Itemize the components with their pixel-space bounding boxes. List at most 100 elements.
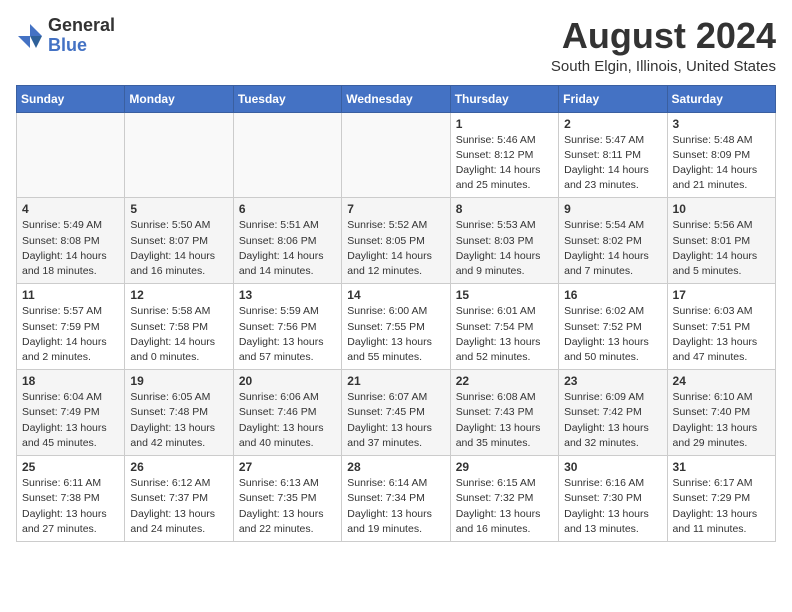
day-info: Sunrise: 6:04 AM Sunset: 7:49 PM Dayligh… <box>22 390 119 451</box>
day-info: Sunrise: 6:00 AM Sunset: 7:55 PM Dayligh… <box>347 304 444 365</box>
calendar-cell: 14 Sunrise: 6:00 AM Sunset: 7:55 PM Dayli… <box>342 284 450 370</box>
day-header-thursday: Thursday <box>450 85 558 112</box>
calendar-cell: 22 Sunrise: 6:08 AM Sunset: 7:43 PM Dayli… <box>450 370 558 456</box>
calendar-week-1: 1 Sunrise: 5:46 AM Sunset: 8:12 PM Daylig… <box>17 112 776 198</box>
day-number: 21 <box>347 374 444 388</box>
day-info: Sunrise: 5:46 AM Sunset: 8:12 PM Dayligh… <box>456 133 553 194</box>
day-info: Sunrise: 6:13 AM Sunset: 7:35 PM Dayligh… <box>239 476 336 537</box>
day-number: 22 <box>456 374 553 388</box>
day-number: 26 <box>130 460 227 474</box>
day-number: 1 <box>456 117 553 131</box>
calendar-cell: 24Sunrise: 6:10 AM Sunset: 7:40 PM Dayli… <box>667 370 775 456</box>
day-info: Sunrise: 6:14 AM Sunset: 7:34 PM Dayligh… <box>347 476 444 537</box>
day-number: 31 <box>673 460 770 474</box>
logo: General Blue <box>16 16 115 56</box>
calendar-cell: 21 Sunrise: 6:07 AM Sunset: 7:45 PM Dayli… <box>342 370 450 456</box>
logo-blue: Blue <box>48 35 87 55</box>
calendar-cell: 2 Sunrise: 5:47 AM Sunset: 8:11 PM Daylig… <box>559 112 667 198</box>
day-number: 13 <box>239 288 336 302</box>
day-info: Sunrise: 5:51 AM Sunset: 8:06 PM Dayligh… <box>239 218 336 279</box>
page-header: General Blue August 2024 South Elgin, Il… <box>16 16 776 75</box>
day-header-saturday: Saturday <box>667 85 775 112</box>
day-info: Sunrise: 6:06 AM Sunset: 7:46 PM Dayligh… <box>239 390 336 451</box>
calendar-cell: 4Sunrise: 5:49 AM Sunset: 8:08 PM Daylig… <box>17 198 125 284</box>
calendar-cell: 20 Sunrise: 6:06 AM Sunset: 7:46 PM Dayli… <box>233 370 341 456</box>
day-info: Sunrise: 5:54 AM Sunset: 8:02 PM Dayligh… <box>564 218 661 279</box>
day-number: 19 <box>130 374 227 388</box>
day-number: 23 <box>564 374 661 388</box>
calendar-week-5: 25 Sunrise: 6:11 AM Sunset: 7:38 PM Dayli… <box>17 456 776 542</box>
calendar-cell: 5 Sunrise: 5:50 AM Sunset: 8:07 PM Daylig… <box>125 198 233 284</box>
day-number: 28 <box>347 460 444 474</box>
day-number: 20 <box>239 374 336 388</box>
calendar-cell: 9Sunrise: 5:54 AM Sunset: 8:02 PM Daylig… <box>559 198 667 284</box>
day-info: Sunrise: 6:03 AM Sunset: 7:51 PM Dayligh… <box>673 304 770 365</box>
calendar-cell: 19 Sunrise: 6:05 AM Sunset: 7:48 PM Dayli… <box>125 370 233 456</box>
month-year-title: August 2024 <box>551 16 776 56</box>
day-number: 6 <box>239 202 336 216</box>
calendar-cell: 17Sunrise: 6:03 AM Sunset: 7:51 PM Dayli… <box>667 284 775 370</box>
day-number: 7 <box>347 202 444 216</box>
day-info: Sunrise: 6:15 AM Sunset: 7:32 PM Dayligh… <box>456 476 553 537</box>
day-number: 27 <box>239 460 336 474</box>
day-info: Sunrise: 6:16 AM Sunset: 7:30 PM Dayligh… <box>564 476 661 537</box>
calendar-cell: 23 Sunrise: 6:09 AM Sunset: 7:42 PM Dayli… <box>559 370 667 456</box>
day-info: Sunrise: 6:11 AM Sunset: 7:38 PM Dayligh… <box>22 476 119 537</box>
calendar-cell: 25 Sunrise: 6:11 AM Sunset: 7:38 PM Dayli… <box>17 456 125 542</box>
calendar-week-4: 18 Sunrise: 6:04 AM Sunset: 7:49 PM Dayli… <box>17 370 776 456</box>
calendar-table: SundayMondayTuesdayWednesdayThursdayFrid… <box>16 85 776 542</box>
day-header-wednesday: Wednesday <box>342 85 450 112</box>
logo-text: General Blue <box>48 16 115 56</box>
calendar-cell: 31 Sunrise: 6:17 AM Sunset: 7:29 PM Dayli… <box>667 456 775 542</box>
day-info: Sunrise: 6:12 AM Sunset: 7:37 PM Dayligh… <box>130 476 227 537</box>
logo-icon <box>16 22 44 50</box>
day-header-sunday: Sunday <box>17 85 125 112</box>
day-number: 5 <box>130 202 227 216</box>
calendar-cell: 10 Sunrise: 5:56 AM Sunset: 8:01 PM Dayli… <box>667 198 775 284</box>
day-info: Sunrise: 6:08 AM Sunset: 7:43 PM Dayligh… <box>456 390 553 451</box>
day-number: 14 <box>347 288 444 302</box>
day-number: 4 <box>22 202 119 216</box>
day-header-tuesday: Tuesday <box>233 85 341 112</box>
calendar-cell: 29Sunrise: 6:15 AM Sunset: 7:32 PM Dayli… <box>450 456 558 542</box>
day-info: Sunrise: 6:17 AM Sunset: 7:29 PM Dayligh… <box>673 476 770 537</box>
calendar-cell: 1 Sunrise: 5:46 AM Sunset: 8:12 PM Daylig… <box>450 112 558 198</box>
day-info: Sunrise: 5:52 AM Sunset: 8:05 PM Dayligh… <box>347 218 444 279</box>
calendar-cell <box>125 112 233 198</box>
logo-general: General <box>48 15 115 35</box>
day-header-friday: Friday <box>559 85 667 112</box>
calendar-cell: 11 Sunrise: 5:57 AM Sunset: 7:59 PM Dayli… <box>17 284 125 370</box>
calendar-cell: 8Sunrise: 5:53 AM Sunset: 8:03 PM Daylig… <box>450 198 558 284</box>
day-info: Sunrise: 5:56 AM Sunset: 8:01 PM Dayligh… <box>673 218 770 279</box>
location-subtitle: South Elgin, Illinois, United States <box>551 58 776 75</box>
day-number: 10 <box>673 202 770 216</box>
day-number: 30 <box>564 460 661 474</box>
calendar-cell: 13Sunrise: 5:59 AM Sunset: 7:56 PM Dayli… <box>233 284 341 370</box>
day-number: 18 <box>22 374 119 388</box>
calendar-cell: 15 Sunrise: 6:01 AM Sunset: 7:54 PM Dayli… <box>450 284 558 370</box>
calendar-cell: 18 Sunrise: 6:04 AM Sunset: 7:49 PM Dayli… <box>17 370 125 456</box>
calendar-body: 1 Sunrise: 5:46 AM Sunset: 8:12 PM Daylig… <box>17 112 776 541</box>
calendar-header: SundayMondayTuesdayWednesdayThursdayFrid… <box>17 85 776 112</box>
day-number: 25 <box>22 460 119 474</box>
day-info: Sunrise: 6:09 AM Sunset: 7:42 PM Dayligh… <box>564 390 661 451</box>
day-number: 2 <box>564 117 661 131</box>
day-info: Sunrise: 5:47 AM Sunset: 8:11 PM Dayligh… <box>564 133 661 194</box>
day-number: 15 <box>456 288 553 302</box>
day-info: Sunrise: 5:57 AM Sunset: 7:59 PM Dayligh… <box>22 304 119 365</box>
day-number: 3 <box>673 117 770 131</box>
day-info: Sunrise: 6:10 AM Sunset: 7:40 PM Dayligh… <box>673 390 770 451</box>
calendar-cell: 30 Sunrise: 6:16 AM Sunset: 7:30 PM Dayli… <box>559 456 667 542</box>
day-info: Sunrise: 5:50 AM Sunset: 8:07 PM Dayligh… <box>130 218 227 279</box>
day-info: Sunrise: 6:01 AM Sunset: 7:54 PM Dayligh… <box>456 304 553 365</box>
day-number: 11 <box>22 288 119 302</box>
calendar-cell: 12Sunrise: 5:58 AM Sunset: 7:58 PM Dayli… <box>125 284 233 370</box>
calendar-cell: 3 Sunrise: 5:48 AM Sunset: 8:09 PM Daylig… <box>667 112 775 198</box>
day-info: Sunrise: 6:05 AM Sunset: 7:48 PM Dayligh… <box>130 390 227 451</box>
day-info: Sunrise: 5:48 AM Sunset: 8:09 PM Dayligh… <box>673 133 770 194</box>
calendar-cell <box>342 112 450 198</box>
calendar-week-3: 11 Sunrise: 5:57 AM Sunset: 7:59 PM Dayli… <box>17 284 776 370</box>
calendar-week-2: 4Sunrise: 5:49 AM Sunset: 8:08 PM Daylig… <box>17 198 776 284</box>
day-info: Sunrise: 6:07 AM Sunset: 7:45 PM Dayligh… <box>347 390 444 451</box>
day-number: 12 <box>130 288 227 302</box>
